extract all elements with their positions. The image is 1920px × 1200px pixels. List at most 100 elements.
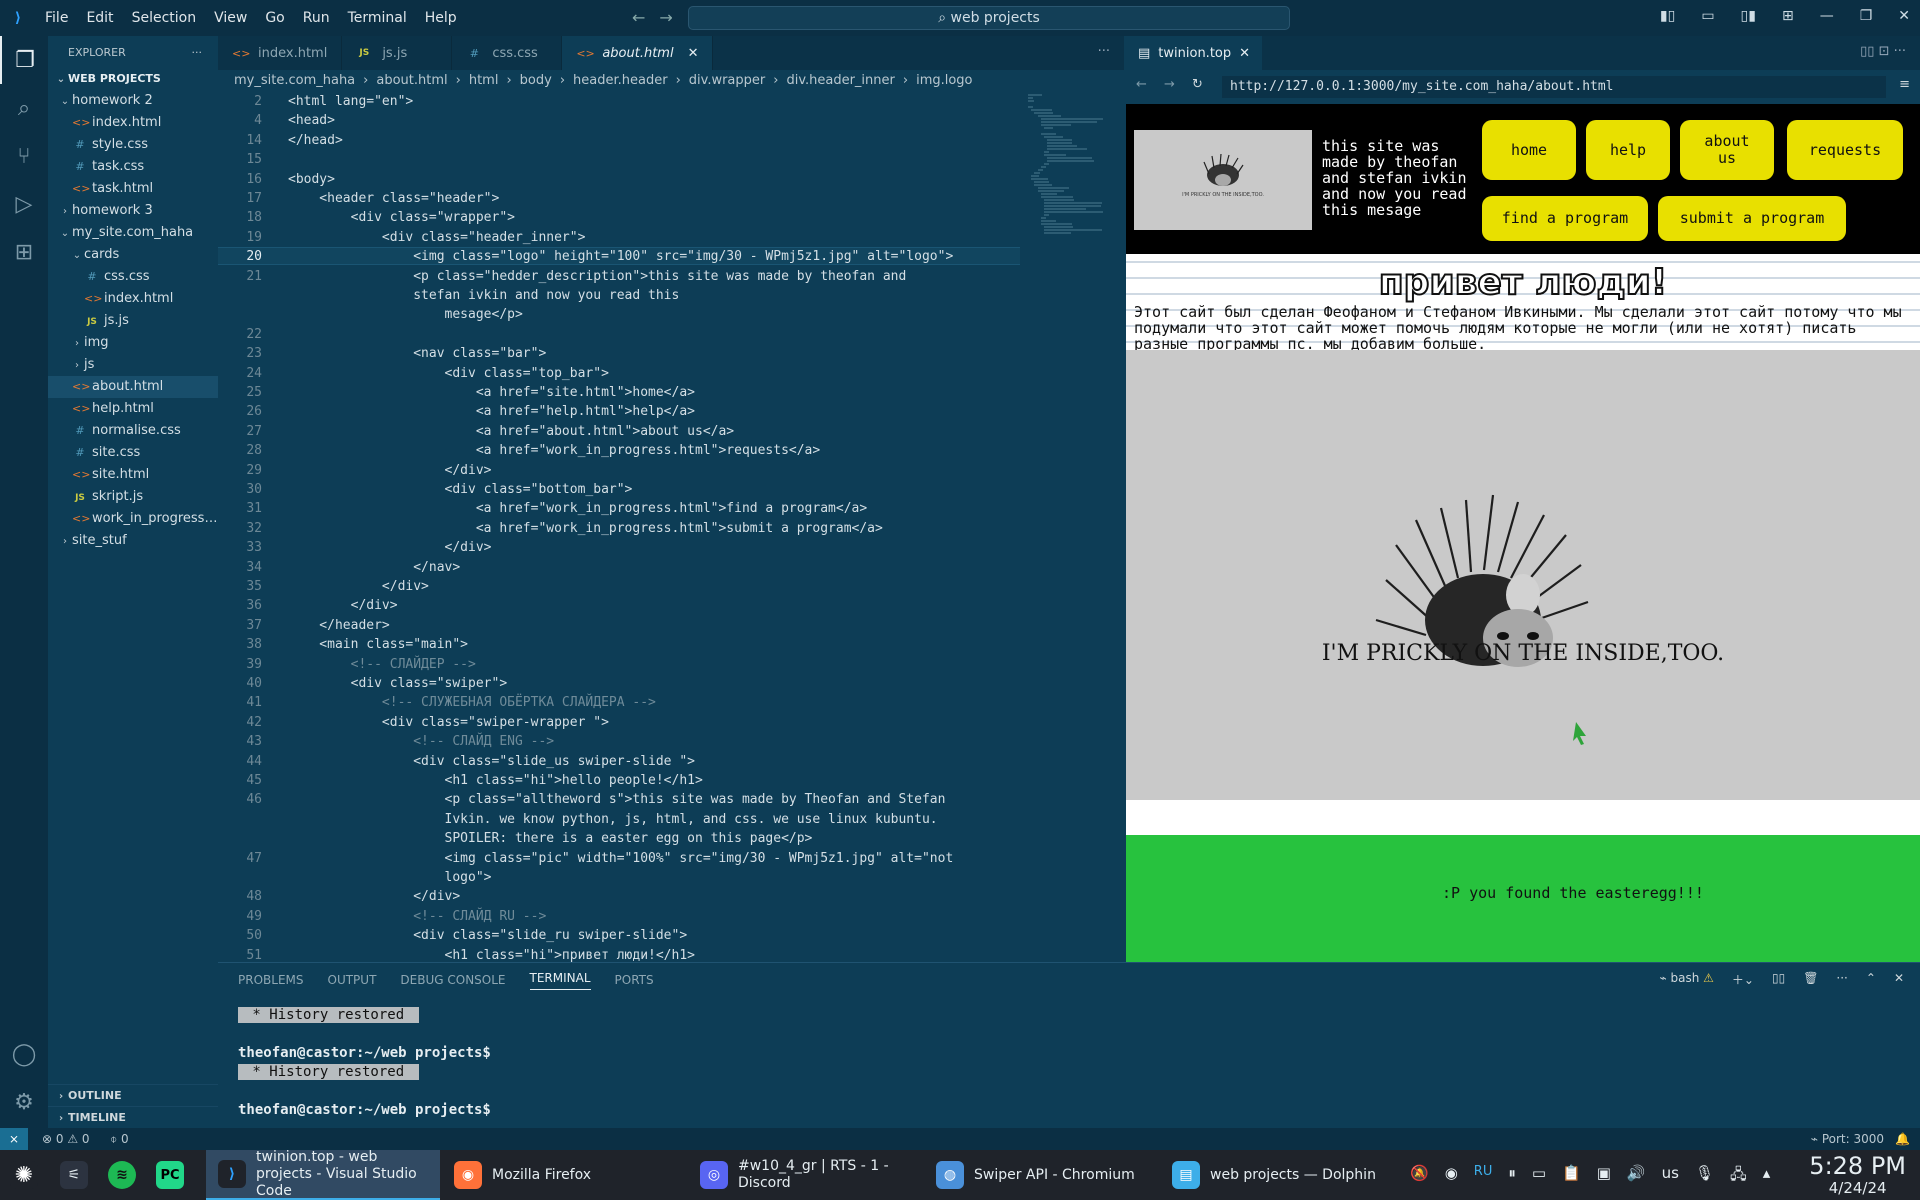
tree-item[interactable]: <> index.html [48, 112, 218, 134]
nav-button-find-a-program[interactable]: find a program [1482, 196, 1648, 241]
breadcrumb-item[interactable]: my_site.com_haha [234, 73, 355, 88]
preview-tab[interactable]: ▤ twinion.top ✕ [1126, 36, 1263, 70]
tree-item[interactable]: <> site.html [48, 464, 218, 486]
account-icon[interactable]: ◯ [0, 1030, 48, 1078]
breadcrumb-item[interactable]: img.logo [916, 73, 972, 88]
new-terminal-icon[interactable]: ＋⌄ [1732, 971, 1754, 988]
editor-tab[interactable]: JS js.js [342, 36, 453, 70]
pager-icon[interactable]: ⚟ [52, 1150, 96, 1200]
language-indicator[interactable]: RU [1474, 1164, 1493, 1189]
tree-item[interactable]: <> help.html [48, 398, 218, 420]
display-icon[interactable]: ▣ [1597, 1164, 1611, 1189]
command-center-search[interactable]: ⌕ web projects [688, 6, 1290, 30]
tree-item[interactable]: <> index.html [48, 288, 218, 310]
menu-edit[interactable]: Edit [86, 10, 113, 26]
taskbar-task[interactable]: ▤ web projects — Dolphin [1160, 1150, 1388, 1200]
kill-terminal-icon[interactable]: 🗑 [1803, 971, 1818, 988]
tree-item[interactable]: <> about.html [48, 376, 218, 398]
split-terminal-icon[interactable]: ▯▯ [1772, 971, 1785, 988]
problems-count[interactable]: ⊗ 0 ⚠ 0 [42, 1128, 90, 1150]
back-icon[interactable]: ← [1136, 77, 1147, 92]
toggle-secondary-sidebar-icon[interactable]: ▯▮ [1741, 8, 1756, 24]
panel-tab-debug-console[interactable]: DEBUG CONSOLE [400, 973, 505, 987]
tree-item[interactable]: › homework 3 [48, 200, 218, 222]
menu-run[interactable]: Run [303, 10, 330, 26]
nav-button-submit-a-program[interactable]: submit a program [1658, 196, 1846, 241]
port-indicator[interactable]: ⌁ Port: 3000 [1811, 1128, 1884, 1150]
toggle-panel-icon[interactable]: ▭ [1701, 8, 1714, 24]
close-tab-icon[interactable]: ✕ [1239, 46, 1250, 61]
editor-tab[interactable]: # css.css [452, 36, 563, 70]
code-editor[interactable]: 2 <html lang="en"> 4 <head> 14 </head> 15 16 <bo… [218, 92, 1020, 962]
nav-arrows[interactable]: ←→ [632, 8, 687, 27]
forward-icon[interactable]: → [1164, 77, 1175, 92]
tree-item[interactable]: › site_stuf [48, 530, 218, 552]
timeline-section[interactable]: › TIMELINE [48, 1106, 218, 1128]
taskbar-task[interactable]: ◎ #w10_4_gr | RTS - 1 - Discord [688, 1150, 920, 1200]
reload-icon[interactable]: ↻ [1192, 77, 1203, 92]
terminal-tray-icon[interactable]: ▭ [1532, 1164, 1546, 1189]
preview-actions-icon[interactable]: ▯▯ ⊡ ··· [1860, 44, 1906, 59]
notifications-icon[interactable]: 🔔 [1895, 1128, 1910, 1150]
maximize-panel-icon[interactable]: ⌃ [1866, 971, 1876, 988]
tree-item[interactable]: › img [48, 332, 218, 354]
tree-item[interactable]: JS js.js [48, 310, 218, 332]
clock[interactable]: 5:28 PM 4/24/24 [1809, 1152, 1906, 1196]
panel-tab-output[interactable]: OUTPUT [328, 973, 377, 987]
menu-go[interactable]: Go [265, 10, 284, 26]
close-button[interactable]: ✕ [1898, 8, 1910, 24]
menu-file[interactable]: File [45, 10, 68, 26]
menu-terminal[interactable]: Terminal [348, 10, 407, 26]
panel-tab-problems[interactable]: PROBLEMS [238, 973, 304, 987]
outline-section[interactable]: › OUTLINE [48, 1084, 218, 1106]
spotify-icon[interactable]: ≋ [100, 1150, 144, 1200]
more-icon[interactable]: ··· [1836, 971, 1847, 988]
menu-selection[interactable]: Selection [132, 10, 197, 26]
nav-button-home[interactable]: home [1482, 120, 1576, 180]
editor-more-icon[interactable]: ··· [1098, 44, 1110, 59]
workspace-section[interactable]: ⌄ WEB PROJECTS [48, 68, 218, 90]
nav-button-about-us[interactable]: about us [1680, 120, 1774, 180]
keyboard-layout[interactable]: us [1662, 1164, 1679, 1189]
panel-tab-terminal[interactable]: TERMINAL [529, 971, 591, 990]
breadcrumb-item[interactable]: body [520, 73, 552, 88]
media-pause-icon[interactable]: ⏸ [1508, 1164, 1516, 1189]
editor-tab[interactable]: <> index.html [218, 36, 343, 70]
microphone-icon[interactable]: 🎙 [1695, 1164, 1714, 1189]
network-icon[interactable]: 🖧 [1730, 1164, 1747, 1189]
restore-button[interactable]: ❐ [1860, 8, 1873, 24]
toggle-sidebar-icon[interactable]: ▮▯ [1660, 8, 1675, 24]
settings-gear-icon[interactable]: ⚙ [0, 1078, 48, 1126]
remote-icon[interactable]: ⨯ [0, 1128, 28, 1150]
tree-item[interactable]: JS skript.js [48, 486, 218, 508]
tree-item[interactable]: # site.css [48, 442, 218, 464]
taskbar-task[interactable]: ◍ Swiper API - Chromium [924, 1150, 1154, 1200]
search-icon[interactable]: ⌕ [0, 84, 48, 132]
tree-item[interactable]: <> task.html [48, 178, 218, 200]
layout-icon[interactable]: ⊞ [1782, 8, 1794, 24]
extensions-icon[interactable]: ⊞ [0, 228, 48, 276]
tree-item[interactable]: <> work_in_progress.... [48, 508, 218, 530]
source-control-icon[interactable]: ⑂ [0, 132, 48, 180]
tree-item[interactable]: ⌄ my_site.com_haha [48, 222, 218, 244]
close-tab-icon[interactable]: ✕ [688, 46, 699, 61]
menu-help[interactable]: Help [425, 10, 457, 26]
ports-count[interactable]: ⌽ 0 [110, 1128, 129, 1150]
breadcrumb-item[interactable]: about.html [376, 73, 447, 88]
minimize-button[interactable]: — [1820, 8, 1834, 24]
close-panel-icon[interactable]: ✕ [1894, 971, 1904, 988]
taskbar-task[interactable]: ◉ Mozilla Firefox [442, 1150, 684, 1200]
tree-item[interactable]: › js [48, 354, 218, 376]
explorer-icon[interactable]: ❐ [0, 36, 48, 84]
tree-item[interactable]: # style.css [48, 134, 218, 156]
menu-view[interactable]: View [214, 10, 247, 26]
breadcrumb-item[interactable]: html [469, 73, 499, 88]
volume-icon[interactable]: 🔊 [1627, 1164, 1646, 1189]
minimap[interactable] [1022, 92, 1122, 962]
clipboard-icon[interactable]: 📋 [1562, 1164, 1581, 1189]
preview-webview[interactable]: I'M PRICKLY ON THE INSIDE,TOO. this site… [1126, 104, 1920, 962]
panel-tab-ports[interactable]: PORTS [615, 973, 654, 987]
nav-button-requests[interactable]: requests [1787, 120, 1903, 180]
nav-button-help[interactable]: help [1586, 120, 1670, 180]
notification-bell-icon[interactable]: 🔕 [1410, 1164, 1429, 1189]
